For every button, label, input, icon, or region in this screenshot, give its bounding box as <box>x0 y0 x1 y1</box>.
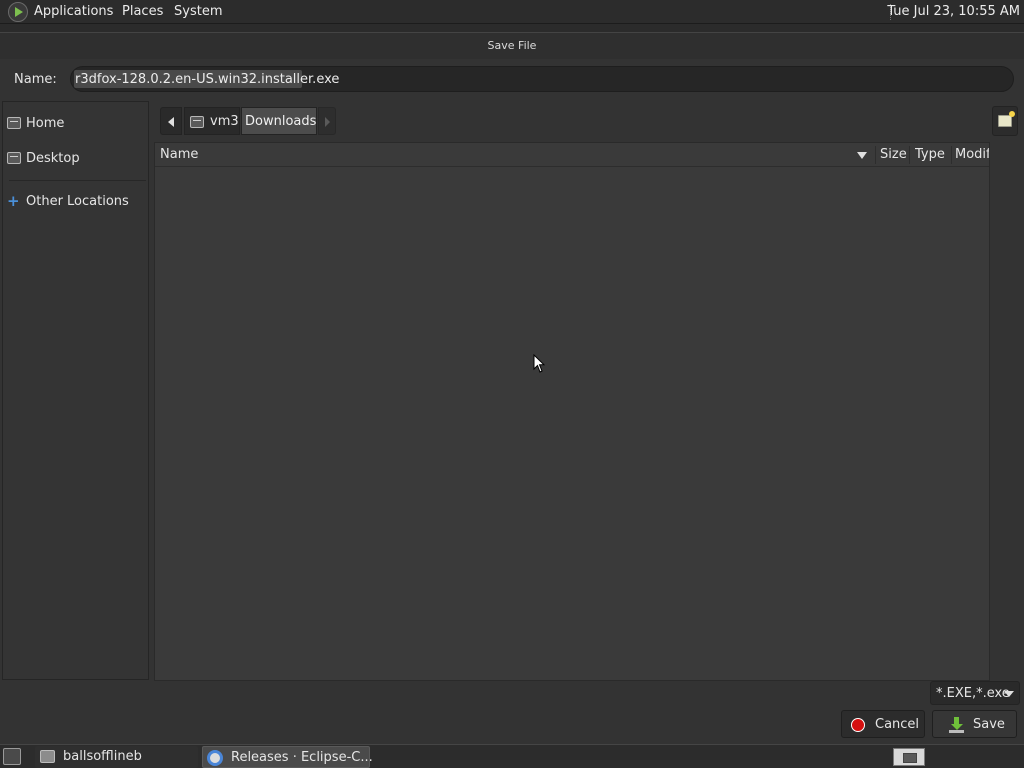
path-segment-vm3[interactable]: vm3 <box>184 107 240 135</box>
column-header-modified[interactable]: Modif <box>955 147 989 162</box>
workspace-switcher[interactable] <box>893 748 925 766</box>
sidebar-item-label: Other Locations <box>26 194 129 209</box>
sort-descending-icon[interactable] <box>857 152 867 159</box>
file-type-filter-dropdown[interactable]: *.EXE,*.exe <box>930 681 1020 705</box>
path-segment-downloads[interactable]: Downloads <box>241 107 317 135</box>
new-folder-icon <box>998 111 1015 127</box>
sidebar-item-other-locations[interactable]: + Other Locations <box>3 188 148 216</box>
sidebar-item-desktop[interactable]: Desktop <box>3 145 148 173</box>
folder-icon <box>40 750 55 763</box>
sidebar-divider <box>9 180 146 181</box>
name-row: Name: r3dfox-128.0.2.en-US.win32.install… <box>0 63 1024 97</box>
path-forward-button[interactable] <box>318 107 336 135</box>
save-file-dialog: Save File Name: r3dfox-128.0.2.en-US.win… <box>0 32 1024 744</box>
home-folder-icon <box>7 117 21 129</box>
chevron-down-icon <box>1004 691 1014 697</box>
save-button[interactable]: Save <box>932 710 1017 738</box>
save-button-label: Save <box>973 717 1005 732</box>
places-sidebar: Home Desktop + Other Locations <box>2 101 149 680</box>
create-folder-button[interactable] <box>992 106 1018 136</box>
file-list[interactable]: Name Size Type Modif <box>154 142 990 681</box>
cancel-button[interactable]: Cancel <box>841 710 925 738</box>
path-bar: vm3 Downloads <box>158 106 338 136</box>
home-folder-icon <box>190 116 204 128</box>
column-header-name[interactable]: Name <box>160 147 360 162</box>
desktop-folder-icon <box>7 152 21 164</box>
sidebar-item-home[interactable]: Home <box>3 110 148 138</box>
taskbar-item-label: ballsofflineb <box>63 749 142 764</box>
system-menu[interactable]: System <box>174 4 222 19</box>
path-back-button[interactable] <box>160 107 182 135</box>
dialog-title: Save File <box>487 39 537 52</box>
column-separator <box>951 146 952 164</box>
column-separator <box>875 146 876 164</box>
column-separator <box>909 146 910 164</box>
show-desktop-icon[interactable] <box>3 748 21 765</box>
save-tray-icon <box>949 730 964 733</box>
filter-label: *.EXE,*.exe <box>936 686 1010 701</box>
column-header-type[interactable]: Type <box>915 147 949 162</box>
places-menu[interactable]: Places <box>122 4 163 19</box>
taskbar-item-browser[interactable]: Releases · Eclipse-C... <box>202 746 373 768</box>
plus-icon: + <box>7 192 20 210</box>
clock[interactable]: Tue Jul 23, 10:55 AM <box>887 4 1020 19</box>
taskbar-item-file-manager[interactable]: ballsofflineb <box>35 746 198 768</box>
cancel-button-label: Cancel <box>875 717 920 732</box>
path-segment-label: vm3 <box>210 114 239 129</box>
filename-text[interactable]: r3dfox-128.0.2.en-US.win32.installer.exe <box>75 72 339 87</box>
sidebar-item-label: Desktop <box>26 151 80 166</box>
taskbar-item-label: Releases · Eclipse-C... <box>231 750 373 765</box>
top-panel: Applications Places System Tue Jul 23, 1… <box>0 0 1024 24</box>
bottom-taskbar: ballsofflineb Releases · Eclipse-C... <box>0 744 1024 768</box>
mate-logo-icon[interactable] <box>8 2 28 22</box>
name-label: Name: <box>14 72 57 87</box>
dialog-titlebar[interactable]: Save File <box>0 33 1024 59</box>
sidebar-item-label: Home <box>26 116 65 131</box>
chromium-icon <box>207 750 223 766</box>
column-header-size[interactable]: Size <box>880 147 910 162</box>
cancel-icon <box>851 718 865 732</box>
file-list-scroll-area <box>990 142 1020 681</box>
path-segment-label: Downloads <box>245 114 317 129</box>
file-list-header: Name Size Type Modif <box>155 143 989 167</box>
applications-menu[interactable]: Applications <box>34 4 113 19</box>
